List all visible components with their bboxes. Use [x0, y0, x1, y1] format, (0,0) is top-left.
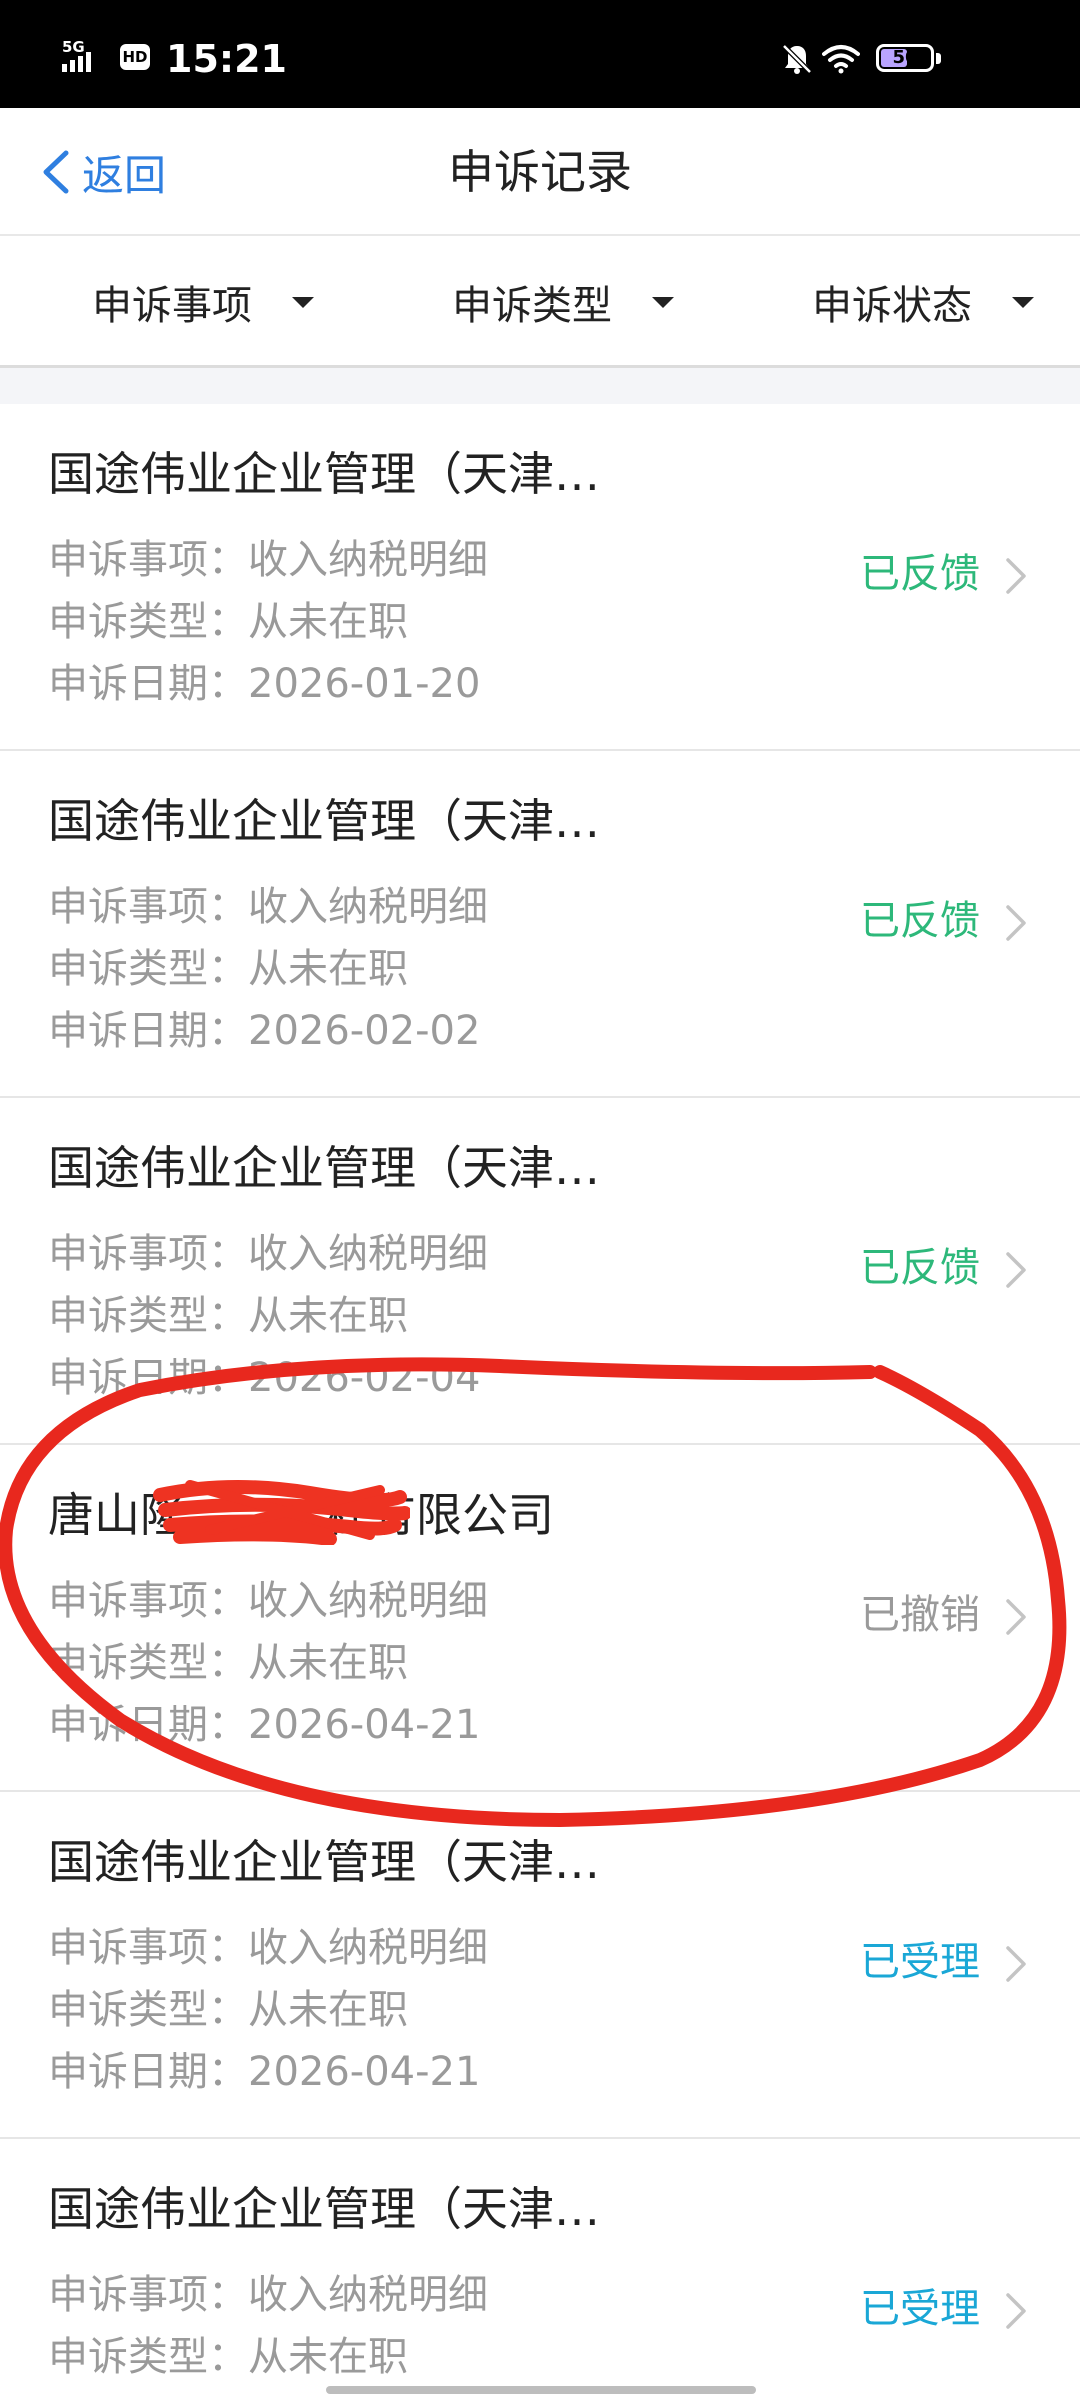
filter-label: 申诉事项	[92, 283, 252, 329]
filter-bar: 申诉事项 申诉类型 申诉状态	[0, 236, 1080, 368]
list-item[interactable]: 国途伟业企业管理（天津… 申诉事项：收入纳税明细 申诉类型：从未在职 申诉日期：…	[0, 1792, 1080, 2139]
list-item[interactable]: 国途伟业企业管理（天津… 申诉事项：收入纳税明细 申诉类型：从未在职 申诉日期：…	[0, 751, 1080, 1098]
battery-tip	[936, 53, 941, 64]
status-badge: 已撤销	[860, 1592, 980, 1638]
record-item: 申诉事项：收入纳税明细	[48, 1925, 488, 1971]
status-bar: 5G HD 15:21 50	[0, 0, 1080, 108]
filter-appeal-item[interactable]: 申诉事项	[92, 274, 314, 330]
cellular-signal-icon: 5G	[62, 38, 91, 72]
home-indicator[interactable]	[326, 2386, 756, 2394]
chevron-right-icon	[1006, 905, 1026, 941]
record-type: 申诉类型：从未在职	[48, 1987, 408, 2033]
chevron-right-icon	[1006, 2293, 1026, 2329]
record-type: 申诉类型：从未在职	[48, 599, 408, 645]
record-date: 申诉日期：2026-02-02	[48, 1008, 481, 1054]
caret-down-icon	[1012, 296, 1034, 308]
caret-down-icon	[292, 296, 314, 308]
network-type-label: 5G	[62, 38, 85, 56]
record-type: 申诉类型：从未在职	[48, 1293, 408, 1339]
caret-down-icon	[652, 296, 674, 308]
appeal-record-list: 国途伟业企业管理（天津… 申诉事项：收入纳税明细 申诉类型：从未在职 申诉日期：…	[0, 404, 1080, 2400]
record-company: 国途伟业企业管理（天津…	[48, 2182, 600, 2236]
chevron-right-icon	[1006, 558, 1026, 594]
record-company: 国途伟业企业管理（天津…	[48, 1835, 600, 1889]
hd-voice-badge: HD	[120, 44, 150, 70]
status-time: 15:21	[166, 37, 287, 81]
record-company: 国途伟业企业管理（天津…	[48, 1141, 600, 1195]
status-badge: 已受理	[860, 1939, 980, 1985]
record-item: 申诉事项：收入纳税明细	[48, 1231, 488, 1277]
screen: 5G HD 15:21 50 返回 申诉记录 申诉事项 申诉类型 申诉状态 国途…	[0, 0, 1080, 2400]
page-title: 申诉记录	[448, 145, 632, 199]
list-item[interactable]: 国途伟业企业管理（天津… 申诉事项：收入纳税明细 申诉类型：从未在职 申诉日期：…	[0, 1098, 1080, 1445]
filter-label: 申诉状态	[812, 283, 972, 329]
chevron-right-icon	[1006, 1946, 1026, 1982]
record-type: 申诉类型：从未在职	[48, 946, 408, 992]
record-company: 国途伟业企业管理（天津…	[48, 794, 600, 848]
filter-label: 申诉类型	[452, 283, 612, 329]
record-type: 申诉类型：从未在职	[48, 2334, 408, 2380]
chevron-right-icon	[1006, 1252, 1026, 1288]
record-date: 申诉日期：2026-01-20	[48, 661, 481, 707]
status-badge: 已反馈	[860, 1245, 980, 1291]
record-item: 申诉事项：收入纳税明细	[48, 537, 488, 583]
list-item[interactable]: 国途伟业企业管理（天津… 申诉事项：收入纳税明细 申诉类型：从未在职 申诉日期：…	[0, 404, 1080, 751]
list-item[interactable]: 唐山隆 程有限公司 申诉事项：收入纳税明细 申诉类型：从未在职 申诉日期：202…	[0, 1445, 1080, 1792]
record-date: 申诉日期：2026-02-04	[48, 1355, 481, 1401]
chevron-right-icon	[1006, 1599, 1026, 1635]
record-company: 国途伟业企业管理（天津…	[48, 447, 600, 501]
filter-appeal-status[interactable]: 申诉状态	[812, 274, 1034, 330]
status-badge: 已反馈	[860, 898, 980, 944]
battery-icon: 50	[876, 44, 934, 72]
record-date: 申诉日期：2026-04-21	[48, 2049, 481, 2095]
record-item: 申诉事项：收入纳税明细	[48, 2272, 488, 2318]
redaction-scribble	[153, 1479, 410, 1545]
bell-muted-icon	[782, 44, 812, 74]
wifi-icon	[822, 45, 860, 74]
filter-appeal-type[interactable]: 申诉类型	[452, 274, 674, 330]
record-item: 申诉事项：收入纳税明细	[48, 884, 488, 930]
battery-level: 50	[892, 47, 918, 68]
status-badge: 已反馈	[860, 551, 980, 597]
record-item: 申诉事项：收入纳税明细	[48, 1578, 488, 1624]
record-date: 申诉日期：2026-04-21	[48, 1702, 481, 1748]
status-badge: 已受理	[860, 2286, 980, 2332]
list-item[interactable]: 国途伟业企业管理（天津… 申诉事项：收入纳税明细 申诉类型：从未在职 已受理	[0, 2139, 1080, 2400]
list-top-spacer	[0, 368, 1080, 404]
nav-bar: 返回 申诉记录	[0, 108, 1080, 236]
record-type: 申诉类型：从未在职	[48, 1640, 408, 1686]
